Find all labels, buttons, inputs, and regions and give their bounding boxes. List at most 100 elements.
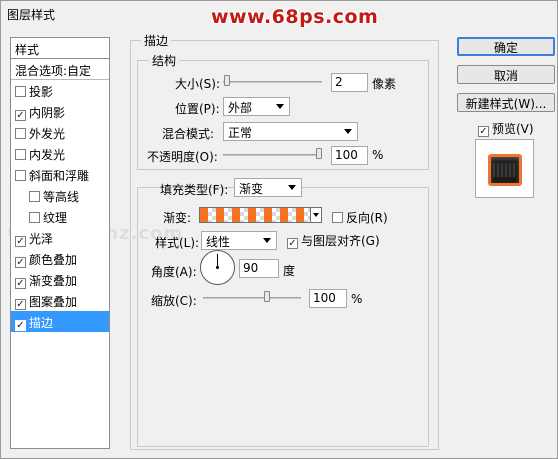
style-item-label: 图案叠加 bbox=[29, 295, 78, 309]
fill-type-label: 填充类型(F): bbox=[160, 183, 229, 197]
preview-check-box[interactable]: ✓ bbox=[478, 126, 489, 137]
reverse-label: 反向(R) bbox=[346, 211, 388, 225]
style-checkbox[interactable]: ✓ bbox=[15, 110, 26, 121]
opacity-input[interactable]: 100 bbox=[331, 146, 368, 165]
gradient-label: 渐变: bbox=[163, 211, 192, 225]
opacity-unit: % bbox=[372, 148, 384, 162]
position-select[interactable]: 外部 bbox=[223, 97, 290, 116]
style-checkbox[interactable] bbox=[15, 128, 26, 139]
gradient-style-select[interactable]: 线性 bbox=[201, 231, 277, 250]
style-item[interactable]: 混合选项:自定 bbox=[11, 59, 109, 80]
stroke-section-title: 描边 bbox=[141, 32, 172, 49]
style-item[interactable]: 纹理 bbox=[11, 206, 109, 227]
new-style-button[interactable]: 新建样式(W)... bbox=[457, 93, 555, 112]
fill-type-select[interactable]: 渐变 bbox=[234, 178, 302, 197]
style-checkbox[interactable]: ✓ bbox=[15, 320, 26, 331]
style-item[interactable]: ✓ 描边 bbox=[11, 311, 109, 332]
style-item[interactable]: 内发光 bbox=[11, 143, 109, 164]
style-checkbox[interactable] bbox=[29, 212, 40, 223]
opacity-slider-thumb[interactable] bbox=[316, 148, 322, 159]
chevron-down-icon bbox=[313, 213, 319, 217]
style-item-label: 混合选项:自定 bbox=[15, 64, 92, 78]
style-checkbox[interactable] bbox=[15, 86, 26, 97]
opacity-slider-track[interactable] bbox=[223, 154, 322, 156]
angle-dial-center bbox=[216, 266, 219, 269]
style-item[interactable]: ✓ 图案叠加 bbox=[11, 290, 109, 311]
align-label: 与图层对齐(G) bbox=[301, 234, 380, 248]
style-checkbox[interactable]: ✓ bbox=[15, 257, 26, 268]
layer-style-dialog: 图层样式 www.68ps.com www.psahz.com 样式 混合选项:… bbox=[0, 0, 558, 459]
fill-type-value: 渐变 bbox=[239, 182, 264, 196]
style-item-label: 斜面和浮雕 bbox=[29, 169, 90, 183]
style-item[interactable]: ✓ 光泽 bbox=[11, 227, 109, 248]
style-item-label: 渐变叠加 bbox=[29, 274, 78, 288]
style-item-label: 光泽 bbox=[29, 232, 54, 246]
size-unit: 像素 bbox=[372, 77, 397, 91]
style-item[interactable]: ✓ 内阴影 bbox=[11, 101, 109, 122]
style-item-label: 颜色叠加 bbox=[29, 253, 78, 267]
size-slider-track[interactable] bbox=[223, 81, 322, 83]
ok-button[interactable]: 确定 bbox=[457, 37, 555, 56]
chevron-down-icon bbox=[288, 185, 296, 190]
chevron-down-icon bbox=[344, 129, 352, 134]
scale-slider-thumb[interactable] bbox=[263, 291, 270, 302]
scale-unit: % bbox=[351, 292, 363, 306]
preview-label: 预览(V) bbox=[492, 122, 534, 136]
style-checkbox[interactable]: ✓ bbox=[15, 299, 26, 310]
angle-unit: 度 bbox=[283, 264, 296, 278]
style-item-label: 内阴影 bbox=[29, 106, 66, 120]
styles-list: 样式 混合选项:自定 投影 ✓ 内阴影 外发光 内发光 斜面和浮雕 等高线 纹理 ✓ 光泽 ✓ 颜色叠加… bbox=[10, 37, 110, 449]
size-label: 大小(S): bbox=[175, 77, 221, 91]
cancel-button[interactable]: 取消 bbox=[457, 65, 555, 84]
gradient-picker[interactable] bbox=[199, 207, 311, 223]
scale-label: 缩放(C): bbox=[151, 294, 197, 308]
style-checkbox[interactable] bbox=[29, 191, 40, 202]
style-item-label: 外发光 bbox=[29, 127, 66, 141]
structure-title: 结构 bbox=[149, 52, 180, 69]
angle-dial[interactable] bbox=[200, 250, 235, 285]
opacity-label: 不透明度(O): bbox=[147, 150, 218, 164]
position-label: 位置(P): bbox=[175, 102, 220, 116]
style-checkbox[interactable] bbox=[15, 149, 26, 160]
blend-mode-select[interactable]: 正常 bbox=[223, 122, 358, 141]
angle-input[interactable]: 90 bbox=[239, 259, 279, 278]
scale-input[interactable]: 100 bbox=[309, 289, 347, 308]
gradient-style-value: 线性 bbox=[206, 235, 231, 249]
style-item-label: 投影 bbox=[29, 85, 54, 99]
reverse-check-box[interactable] bbox=[332, 212, 343, 223]
style-label: 样式(L): bbox=[155, 236, 200, 250]
style-checkbox[interactable] bbox=[15, 170, 26, 181]
style-item[interactable]: ✓ 颜色叠加 bbox=[11, 248, 109, 269]
blend-mode-value: 正常 bbox=[228, 126, 253, 140]
align-check-box[interactable]: ✓ bbox=[287, 238, 298, 249]
size-input[interactable]: 2 bbox=[331, 73, 368, 92]
style-item-label: 描边 bbox=[29, 316, 54, 330]
style-item[interactable]: 斜面和浮雕 bbox=[11, 164, 109, 185]
scale-slider-track[interactable] bbox=[203, 297, 301, 299]
blend-mode-label: 混合模式: bbox=[162, 127, 215, 141]
align-with-layer-checkbox[interactable]: ✓ 与图层对齐(G) bbox=[287, 232, 380, 249]
chevron-down-icon bbox=[263, 238, 271, 243]
preview-checkbox[interactable]: ✓ 预览(V) bbox=[478, 120, 534, 137]
style-item[interactable]: 等高线 bbox=[11, 185, 109, 206]
style-item-label: 纹理 bbox=[43, 211, 68, 225]
style-item[interactable]: ✓ 渐变叠加 bbox=[11, 269, 109, 290]
fill-group bbox=[137, 187, 429, 447]
angle-label: 角度(A): bbox=[151, 265, 197, 279]
style-item-label: 内发光 bbox=[29, 148, 66, 162]
chevron-down-icon bbox=[276, 104, 284, 109]
style-item-label: 等高线 bbox=[43, 190, 80, 204]
site-watermark: www.68ps.com bbox=[211, 6, 379, 28]
style-preview bbox=[475, 139, 534, 198]
style-checkbox[interactable]: ✓ bbox=[15, 236, 26, 247]
preview-thumbnail bbox=[488, 154, 522, 186]
style-item[interactable]: 外发光 bbox=[11, 122, 109, 143]
gradient-dropdown[interactable] bbox=[311, 207, 322, 223]
position-value: 外部 bbox=[228, 101, 253, 115]
reverse-checkbox[interactable]: 反向(R) bbox=[332, 209, 388, 226]
style-checkbox[interactable]: ✓ bbox=[15, 278, 26, 289]
size-slider-thumb[interactable] bbox=[223, 75, 230, 86]
styles-list-header[interactable]: 样式 bbox=[11, 38, 109, 59]
window-title: 图层样式 bbox=[7, 8, 56, 22]
style-item[interactable]: 投影 bbox=[11, 80, 109, 101]
